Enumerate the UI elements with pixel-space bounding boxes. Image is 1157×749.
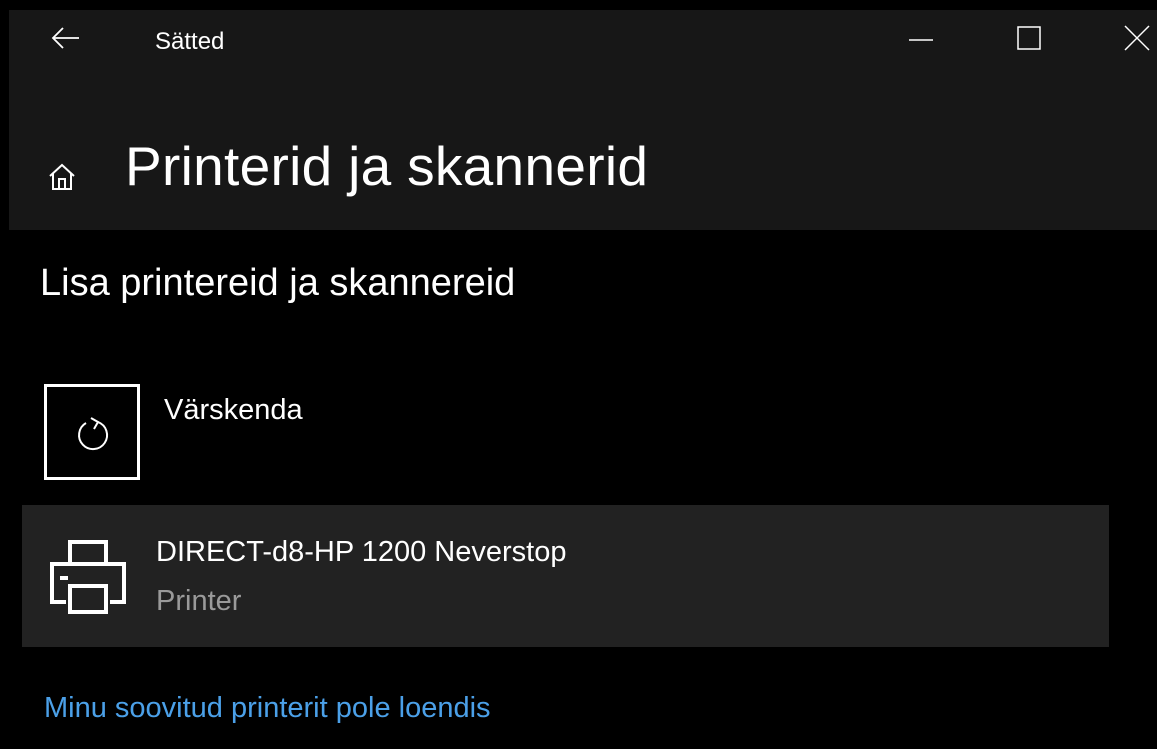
close-button[interactable] [1117, 18, 1157, 58]
home-button[interactable] [47, 162, 77, 192]
title-bar: Sätted [9, 10, 1157, 74]
refresh-icon-box [44, 384, 140, 480]
refresh-button[interactable]: Värskenda [44, 384, 444, 484]
device-name: DIRECT-d8-HP 1200 Neverstop [156, 536, 567, 568]
refresh-label: Värskenda [164, 394, 303, 426]
settings-window: Sätted Printerid ja skannerid Lisa print… [0, 0, 1157, 749]
device-list-item[interactable]: DIRECT-d8-HP 1200 Neverstop Printer [22, 505, 1109, 647]
maximize-icon [1017, 26, 1041, 50]
close-icon [1124, 25, 1150, 51]
arrow-left-icon [51, 27, 79, 49]
back-button[interactable] [47, 18, 87, 58]
page-header: Printerid ja skannerid [9, 74, 1157, 230]
window-title: Sätted [155, 28, 225, 55]
minimize-icon [909, 39, 933, 41]
section-heading: Lisa printereid ja skannereid [40, 262, 516, 304]
maximize-button[interactable] [1009, 18, 1049, 58]
printer-not-listed-link[interactable]: Minu soovitud printerit pole loendis [44, 692, 491, 725]
refresh-icon [78, 417, 108, 451]
minimize-button[interactable] [901, 18, 941, 58]
printer-icon [50, 540, 126, 614]
home-icon [49, 163, 75, 190]
device-type: Printer [156, 585, 242, 617]
page-title: Printerid ja skannerid [125, 135, 649, 197]
